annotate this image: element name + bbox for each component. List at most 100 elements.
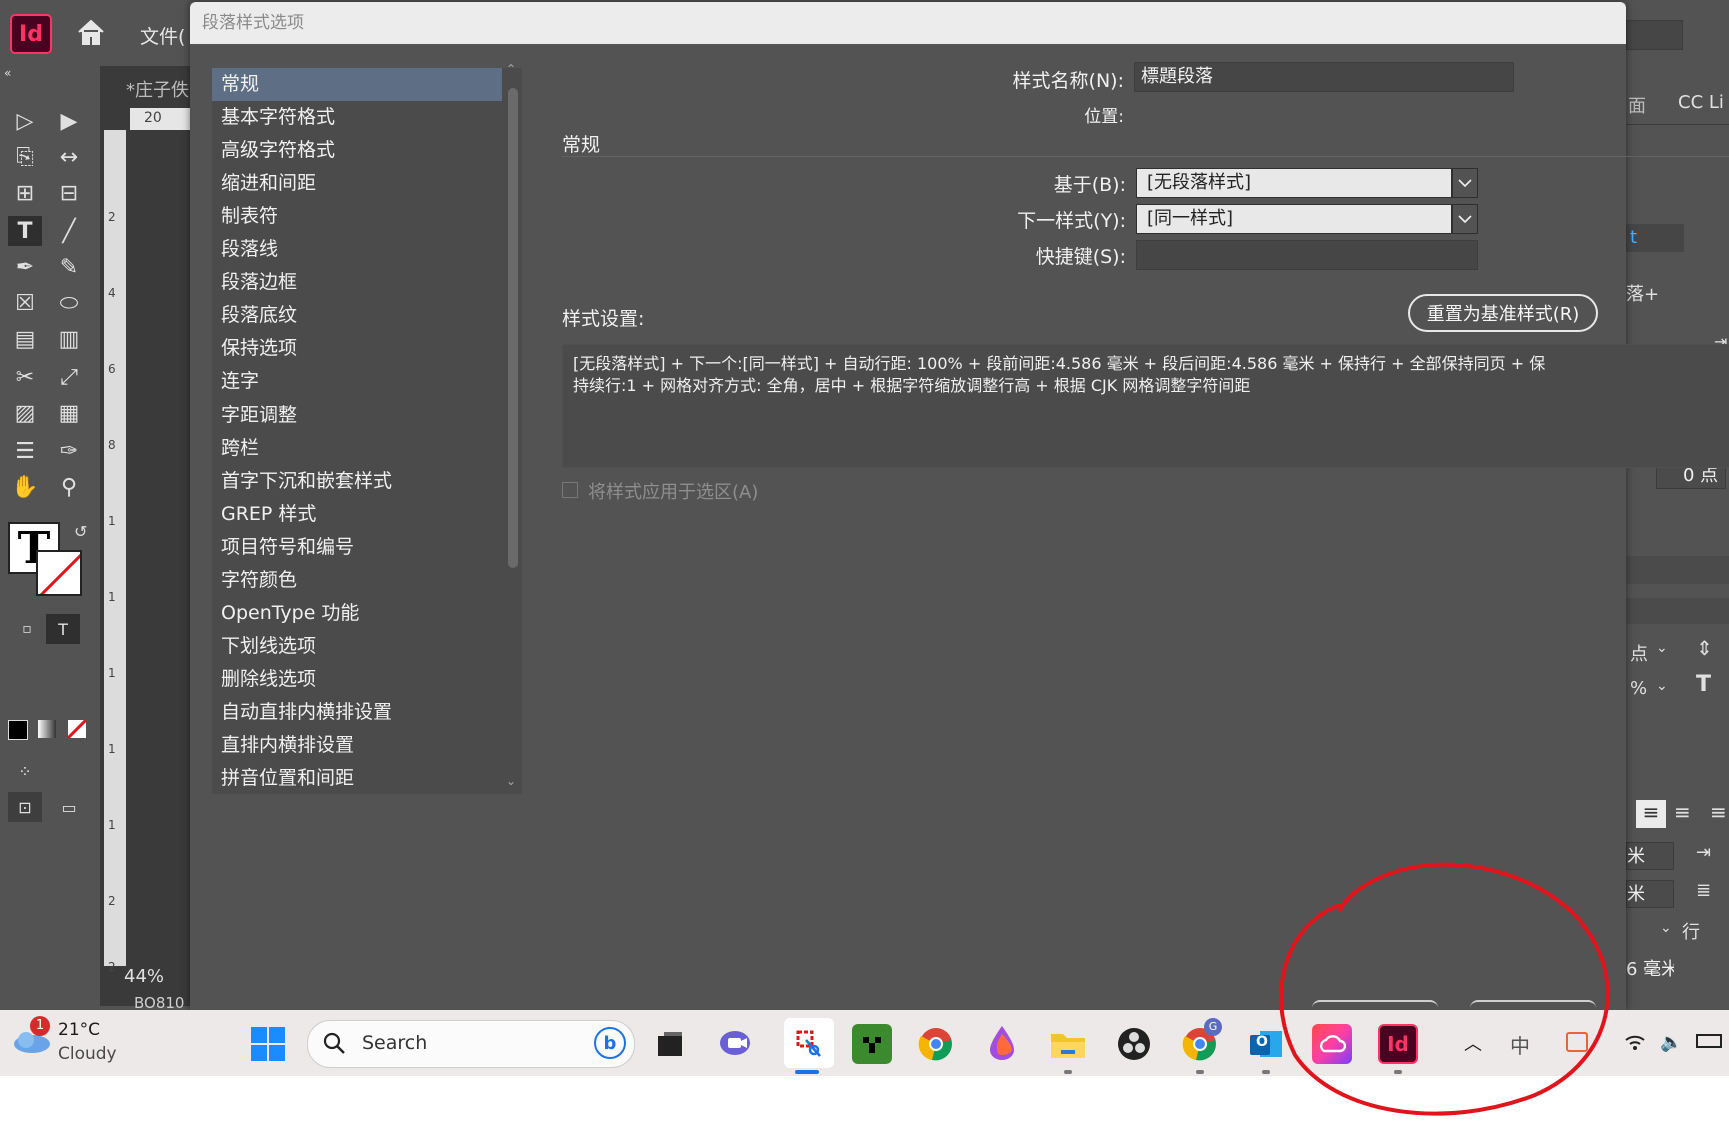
category-item[interactable]: 拼音位置和间距 [212, 762, 502, 795]
line-tool-icon[interactable]: ╱ [52, 216, 86, 246]
category-item[interactable]: 常规 [212, 68, 502, 101]
category-item[interactable]: 段落线 [212, 233, 502, 266]
category-item[interactable]: 首字下沉和嵌套样式 [212, 465, 502, 498]
category-item[interactable]: 基本字符格式 [212, 101, 502, 134]
home-icon[interactable] [76, 18, 106, 46]
category-item[interactable]: 字距调整 [212, 399, 502, 432]
chrome-icon[interactable] [916, 1024, 956, 1064]
type-tool-icon[interactable]: T [8, 216, 42, 246]
category-item[interactable]: 项目符号和编号 [212, 531, 502, 564]
reset-to-base-button[interactable]: 重置为基准样式(R) [1408, 294, 1598, 332]
category-item[interactable]: 跨栏 [212, 432, 502, 465]
bing-icon[interactable]: b [594, 1027, 626, 1059]
category-item[interactable]: 段落底纹 [212, 299, 502, 332]
chevron-down-icon[interactable] [1452, 168, 1478, 198]
hand-tool-icon[interactable]: ✋ [8, 472, 42, 502]
apply-color-icon[interactable] [8, 720, 28, 740]
teams-chat-icon[interactable] [716, 1024, 756, 1064]
content-placer-icon[interactable]: ⊟ [52, 178, 86, 208]
menubar-input[interactable] [1626, 20, 1683, 50]
chevron-down-icon[interactable]: ⌄ [1656, 678, 1668, 694]
preview-mode-icon[interactable]: ▭ [52, 792, 86, 822]
scissors-tool-icon[interactable]: ✂ [8, 362, 42, 392]
category-item[interactable]: 自动直排内横排设置 [212, 696, 502, 729]
category-item[interactable]: 删除线选项 [212, 663, 502, 696]
minecraft-icon[interactable] [852, 1024, 892, 1064]
rectangle-frame-tool-icon[interactable]: ☒ [8, 288, 42, 318]
category-scrollbar[interactable]: ⌃ ⌄ [504, 62, 522, 794]
align-right-icon[interactable]: ≡ [1710, 800, 1727, 824]
font-size-unit[interactable]: 点 [1630, 640, 1648, 666]
formatting-text-icon[interactable]: T [46, 614, 80, 644]
paint-drop-icon[interactable] [982, 1022, 1022, 1062]
scale-unit[interactable]: % [1630, 678, 1647, 699]
pen-tool-icon[interactable]: ✒ [8, 252, 42, 282]
next-style-select[interactable]: [同一样式] [1136, 204, 1452, 234]
first-line-indent-field[interactable]: 米 [1626, 880, 1674, 908]
apply-none-icon[interactable] [68, 720, 86, 738]
eyedropper-tool-icon[interactable]: ✑ [52, 436, 86, 466]
swap-icon[interactable]: ↺ [74, 522, 87, 541]
fill-stroke-swatch[interactable]: T ↺ [8, 522, 87, 598]
obs-icon[interactable] [1114, 1024, 1154, 1064]
category-item[interactable]: 连字 [212, 365, 502, 398]
direct-selection-tool-icon[interactable]: ▶ [52, 106, 86, 136]
document-tab[interactable]: *庄子佚 [126, 76, 189, 102]
gap-tool-icon[interactable]: ↔ [52, 142, 86, 172]
category-item[interactable]: OpenType 功能 [212, 597, 502, 630]
align-center-icon[interactable]: ≡ [1674, 800, 1691, 824]
apply-gradient-icon[interactable] [38, 720, 56, 738]
scrollbar-thumb[interactable] [508, 88, 518, 568]
text-scale-icon[interactable]: T [1696, 672, 1711, 697]
collapse-chevron-icon[interactable]: « [4, 66, 11, 80]
taskbar-search[interactable]: Search b [307, 1020, 635, 1068]
chevron-down-icon[interactable]: ⌄ [1660, 920, 1672, 936]
category-item[interactable]: 缩进和间距 [212, 167, 502, 200]
chevron-down-icon[interactable]: ⌄ [1656, 640, 1668, 656]
battery-icon[interactable] [1696, 1034, 1722, 1048]
zoom-level[interactable]: 44% [124, 966, 164, 987]
weather-desc[interactable]: Cloudy [58, 1044, 117, 1064]
note-tool-icon[interactable]: ☰ [8, 436, 42, 466]
snipping-tool-icon[interactable] [784, 1018, 834, 1068]
shortcut-input[interactable] [1136, 240, 1478, 270]
category-item[interactable]: 字符颜色 [212, 564, 502, 597]
grid-tool-icon[interactable]: ▥ [52, 324, 86, 354]
volume-icon[interactable]: 🔈 [1660, 1032, 1682, 1053]
start-windows-icon[interactable] [250, 1026, 286, 1062]
apply-to-selection-checkbox[interactable] [562, 482, 578, 498]
weather-temp[interactable]: 21°C [58, 1020, 100, 1040]
scroll-down-icon[interactable]: ⌄ [506, 774, 516, 788]
panel-selected-item[interactable]: t [1626, 224, 1684, 252]
zoom-tool-icon[interactable]: ⚲ [52, 472, 86, 502]
menu-file[interactable]: 文件( [140, 22, 185, 49]
based-on-select[interactable]: [无段落样式] [1136, 168, 1452, 198]
panel-style-item[interactable]: 落+ [1626, 280, 1659, 306]
category-item[interactable]: 下划线选项 [212, 630, 502, 663]
ellipse-tool-icon[interactable]: ⬭ [52, 288, 86, 318]
free-transform-tool-icon[interactable]: ⤢ [52, 362, 86, 392]
category-item[interactable]: 段落边框 [212, 266, 502, 299]
left-indent-field[interactable]: 米 [1626, 842, 1674, 870]
gradient-swatch-tool-icon[interactable]: ▨ [8, 398, 42, 428]
panel-tab-cc-libraries[interactable]: CC Li [1678, 92, 1724, 113]
chevron-down-icon[interactable] [1452, 204, 1478, 234]
style-settings-textbox[interactable]: [无段落样式] + 下一个:[同一样式] + 自动行距: 100% + 段前间距… [562, 344, 1729, 468]
panel-tab-pages[interactable]: 面 [1628, 92, 1646, 118]
table-tool-icon[interactable]: ▤ [8, 324, 42, 354]
style-name-input[interactable]: 標題段落 [1134, 62, 1514, 92]
screen-mode-icon[interactable]: ⁘ [8, 756, 42, 786]
formatting-container-icon[interactable]: ▫ [10, 614, 44, 644]
category-item[interactable]: GREP 样式 [212, 498, 502, 531]
content-collector-icon[interactable]: ⊞ [8, 178, 42, 208]
pencil-tool-icon[interactable]: ✎ [52, 252, 86, 282]
category-item[interactable]: 直排内横排设置 [212, 729, 502, 762]
category-item[interactable]: 制表符 [212, 200, 502, 233]
wifi-icon[interactable] [1624, 1032, 1646, 1056]
category-item[interactable]: 保持选项 [212, 332, 502, 365]
task-view-icon[interactable] [650, 1024, 690, 1064]
page-tool-icon[interactable]: ⎘ [8, 142, 42, 172]
align-left-icon[interactable]: ≡ [1636, 800, 1666, 828]
file-explorer-icon[interactable] [1048, 1024, 1088, 1064]
space-after-field[interactable]: 6 毫米 [1626, 956, 1674, 984]
